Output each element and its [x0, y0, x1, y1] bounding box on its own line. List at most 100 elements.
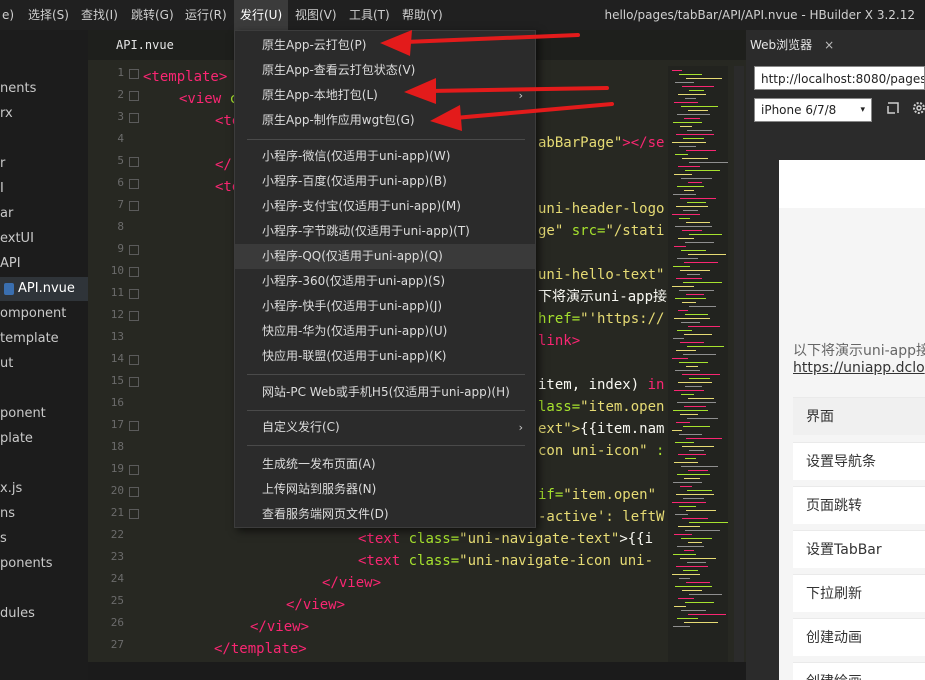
minimap-line	[679, 434, 702, 435]
menu-item-cloud-status[interactable]: 原生App-查看云打包状态(V)	[235, 58, 535, 83]
url-input[interactable]: http://localhost:8080/pages/	[754, 66, 925, 90]
tree-item[interactable]: dules	[0, 602, 88, 626]
line-number: 20	[110, 484, 124, 497]
tree-item[interactable]: omponent	[0, 302, 88, 326]
minimap-line	[687, 346, 724, 347]
menu-item-mp-kuaishou[interactable]: 小程序-快手(仅适用于uni-app)(J)	[235, 294, 535, 319]
minimap-line	[684, 118, 700, 119]
menu-help[interactable]: 帮助(Y)	[396, 0, 449, 30]
menu-item-view-server-files[interactable]: 查看服务端网页文件(D)	[235, 502, 535, 527]
fold-toggle-icon[interactable]	[129, 421, 139, 431]
minimap-line	[683, 498, 704, 499]
tree-item[interactable]: ut	[0, 352, 88, 376]
menu-item-mp-toutiao[interactable]: 小程序-字节跳动(仅适用于uni-app)(T)	[235, 219, 535, 244]
list-item[interactable]: 下拉刷新	[793, 574, 925, 612]
fold-toggle-icon[interactable]	[129, 509, 139, 519]
list-item[interactable]: 创建动画	[793, 618, 925, 656]
tree-item[interactable]: ns	[0, 502, 88, 526]
minimap-line	[676, 566, 708, 567]
menu-edit[interactable]: e)	[0, 0, 20, 30]
tree-item[interactable]: plate	[0, 427, 88, 451]
menu-select[interactable]: 选择(S)	[22, 0, 75, 30]
close-icon[interactable]: ×	[824, 38, 834, 52]
list-item[interactable]: 设置导航条	[793, 442, 925, 480]
minimap-line	[679, 290, 714, 291]
fold-toggle-icon[interactable]	[129, 311, 139, 321]
minimap-line	[677, 546, 704, 547]
minimap-line	[682, 374, 720, 375]
menu-separator	[247, 139, 525, 140]
menu-item-upload[interactable]: 上传网站到服务器(N)	[235, 477, 535, 502]
menu-item-mp-alipay[interactable]: 小程序-支付宝(仅适用于uni-app)(M)	[235, 194, 535, 219]
menu-item-quickapp-huawei[interactable]: 快应用-华为(仅适用于uni-app)(U)	[235, 319, 535, 344]
tree-item[interactable]: API	[0, 252, 88, 276]
fold-toggle-icon[interactable]	[129, 487, 139, 497]
menu-item-custom-publish[interactable]: 自定义发行(C) ›	[235, 415, 535, 440]
tree-item[interactable]: extUI	[0, 227, 88, 251]
minimap-line	[679, 578, 690, 579]
menu-publish[interactable]: 发行(U)	[234, 0, 289, 30]
list-item[interactable]: 界面	[793, 397, 925, 435]
vertical-scrollbar[interactable]	[734, 66, 744, 662]
menu-item-mp-baidu[interactable]: 小程序-百度(仅适用于uni-app)(B)	[235, 169, 535, 194]
line-number: 8	[117, 220, 124, 233]
tree-item[interactable]: x.js	[0, 477, 88, 501]
minimap-line	[675, 82, 694, 83]
list-item[interactable]: 页面跳转	[793, 486, 925, 524]
menu-goto[interactable]: 跳转(G)	[125, 0, 180, 30]
fold-toggle-icon[interactable]	[129, 179, 139, 189]
menu-view[interactable]: 视图(V)	[289, 0, 343, 30]
fold-toggle-icon[interactable]	[129, 113, 139, 123]
screen-rotate-icon[interactable]	[884, 100, 902, 118]
menu-item-wgt-pack[interactable]: 原生App-制作应用wgt包(G)	[235, 108, 535, 133]
tree-item-selected[interactable]: API.nvue	[0, 277, 88, 301]
menu-find[interactable]: 查找(I)	[75, 0, 124, 30]
tree-item[interactable]: s	[0, 527, 88, 551]
minimap-line	[683, 282, 722, 283]
intro-link[interactable]: https://uniapp.dclo	[793, 360, 925, 376]
code-minimap[interactable]	[668, 66, 728, 662]
tree-item[interactable]: nents	[0, 77, 88, 101]
menu-tools[interactable]: 工具(T)	[343, 0, 396, 30]
code-line-4: abBarPage"></se	[538, 135, 665, 151]
list-item[interactable]: 设置TabBar	[793, 530, 925, 568]
tree-item[interactable]: template	[0, 327, 88, 351]
menu-item-generate-page[interactable]: 生成统一发布页面(A)	[235, 452, 535, 477]
tree-item[interactable]: ponent	[0, 402, 88, 426]
menu-item-cloud-pack[interactable]: 原生App-云打包(P)	[235, 33, 535, 58]
list-item[interactable]: 创建绘画	[793, 662, 925, 680]
tree-item[interactable]: I	[0, 177, 88, 201]
minimap-line	[688, 470, 708, 471]
minimap-line	[672, 286, 694, 287]
fold-toggle-icon[interactable]	[129, 201, 139, 211]
tree-item[interactable]: rx	[0, 102, 88, 126]
tree-item[interactable]: ar	[0, 202, 88, 226]
menu-item-mp-weixin[interactable]: 小程序-微信(仅适用于uni-app)(W)	[235, 144, 535, 169]
code-line-18: con uni-icon" :	[538, 443, 665, 459]
fold-toggle-icon[interactable]	[129, 245, 139, 255]
fold-toggle-icon[interactable]	[129, 267, 139, 277]
settings-icon[interactable]	[910, 100, 925, 118]
horizontal-scrollbar[interactable]	[88, 662, 746, 680]
menu-item-quickapp-union[interactable]: 快应用-联盟(仅适用于uni-app)(K)	[235, 344, 535, 369]
fold-toggle-icon[interactable]	[129, 157, 139, 167]
fold-toggle-icon[interactable]	[129, 289, 139, 299]
menu-item-web-h5[interactable]: 网站-PC Web或手机H5(仅适用于uni-app)(H)	[235, 380, 535, 405]
menu-item-local-pack[interactable]: 原生App-本地打包(L) ›	[235, 83, 535, 108]
browser-tab[interactable]: Web浏览器 ×	[750, 30, 834, 60]
menu-run[interactable]: 运行(R)	[179, 0, 233, 30]
fold-toggle-icon[interactable]	[129, 465, 139, 475]
minimap-line	[675, 442, 694, 443]
tree-item[interactable]: r	[0, 152, 88, 176]
menu-item-mp-360[interactable]: 小程序-360(仅适用于uni-app)(S)	[235, 269, 535, 294]
menu-item-mp-qq[interactable]: 小程序-QQ(仅适用于uni-app)(Q)	[235, 244, 535, 269]
fold-toggle-icon[interactable]	[129, 377, 139, 387]
fold-toggle-icon[interactable]	[129, 69, 139, 79]
code-line-12: href="'https://	[538, 311, 665, 327]
editor-tab[interactable]: API.nvue	[116, 30, 174, 60]
device-select[interactable]: iPhone 6/7/8 ▾	[754, 98, 872, 122]
tree-item[interactable]: ponents	[0, 552, 88, 576]
fold-toggle-icon[interactable]	[129, 355, 139, 365]
minimap-line	[686, 294, 704, 295]
fold-toggle-icon[interactable]	[129, 91, 139, 101]
